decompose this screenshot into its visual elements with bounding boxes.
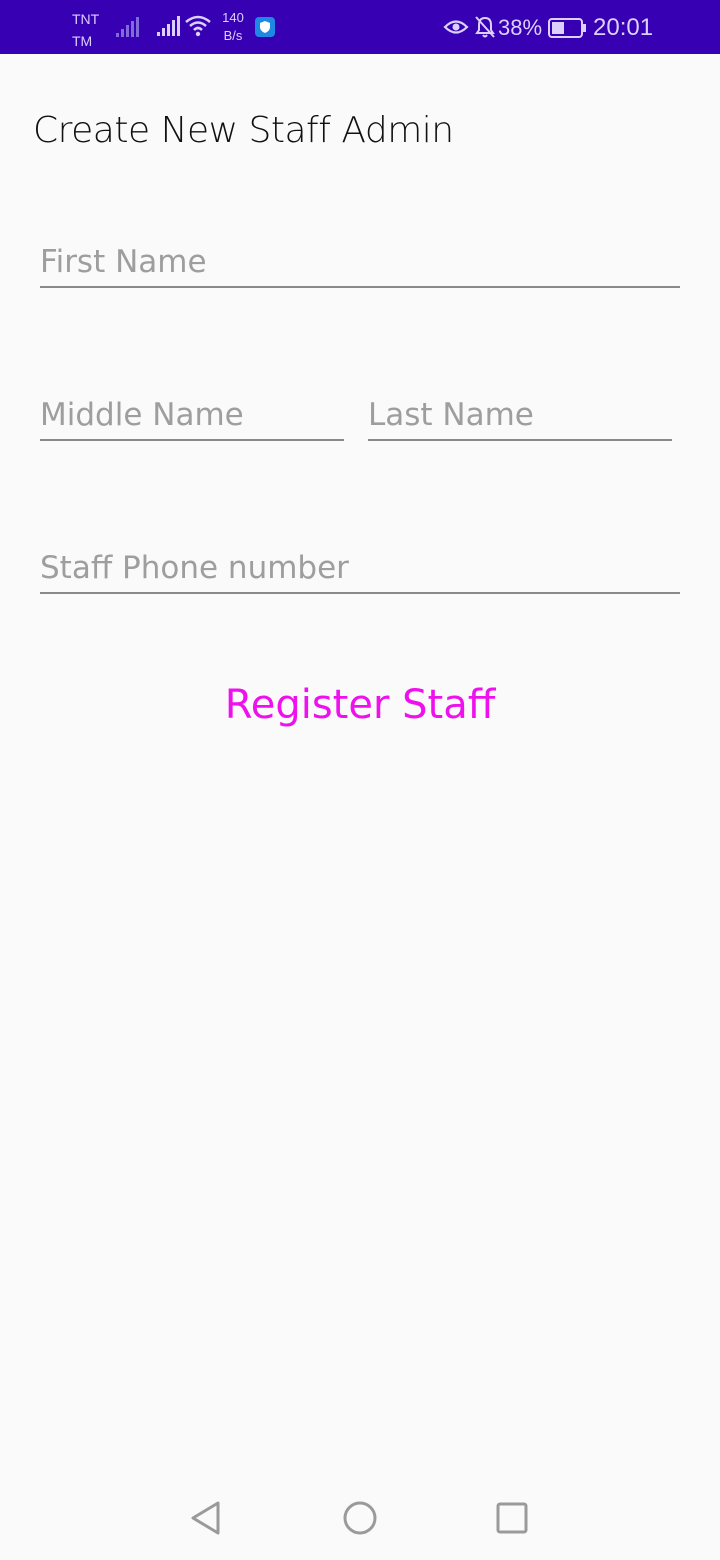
bell-off-icon xyxy=(474,15,496,44)
last-name-input[interactable] xyxy=(368,391,672,441)
eye-comfort-icon xyxy=(443,17,469,42)
recents-icon[interactable] xyxy=(496,1502,528,1538)
carrier-label: TNT TM xyxy=(72,11,99,49)
battery-percent: 38% xyxy=(498,15,543,40)
signal-weak-icon xyxy=(115,16,139,43)
battery-icon xyxy=(548,18,588,43)
first-name-input[interactable] xyxy=(40,238,680,288)
signal-icon xyxy=(156,15,180,42)
navigation-bar xyxy=(0,1476,720,1560)
middle-name-input[interactable] xyxy=(40,391,344,441)
status-bar: TNT TM 140 B/s 38% 20:01 xyxy=(0,0,720,54)
back-icon[interactable] xyxy=(189,1500,223,1540)
shield-app-icon xyxy=(255,17,275,42)
register-staff-button[interactable]: Register Staff xyxy=(160,670,560,740)
wifi-icon xyxy=(184,14,212,43)
home-icon[interactable] xyxy=(342,1500,378,1540)
page-title: Create New Staff Admin xyxy=(33,110,454,151)
network-speed: 140 B/s xyxy=(222,10,244,43)
staff-phone-input[interactable] xyxy=(40,544,680,594)
clock: 20:01 xyxy=(593,14,654,41)
